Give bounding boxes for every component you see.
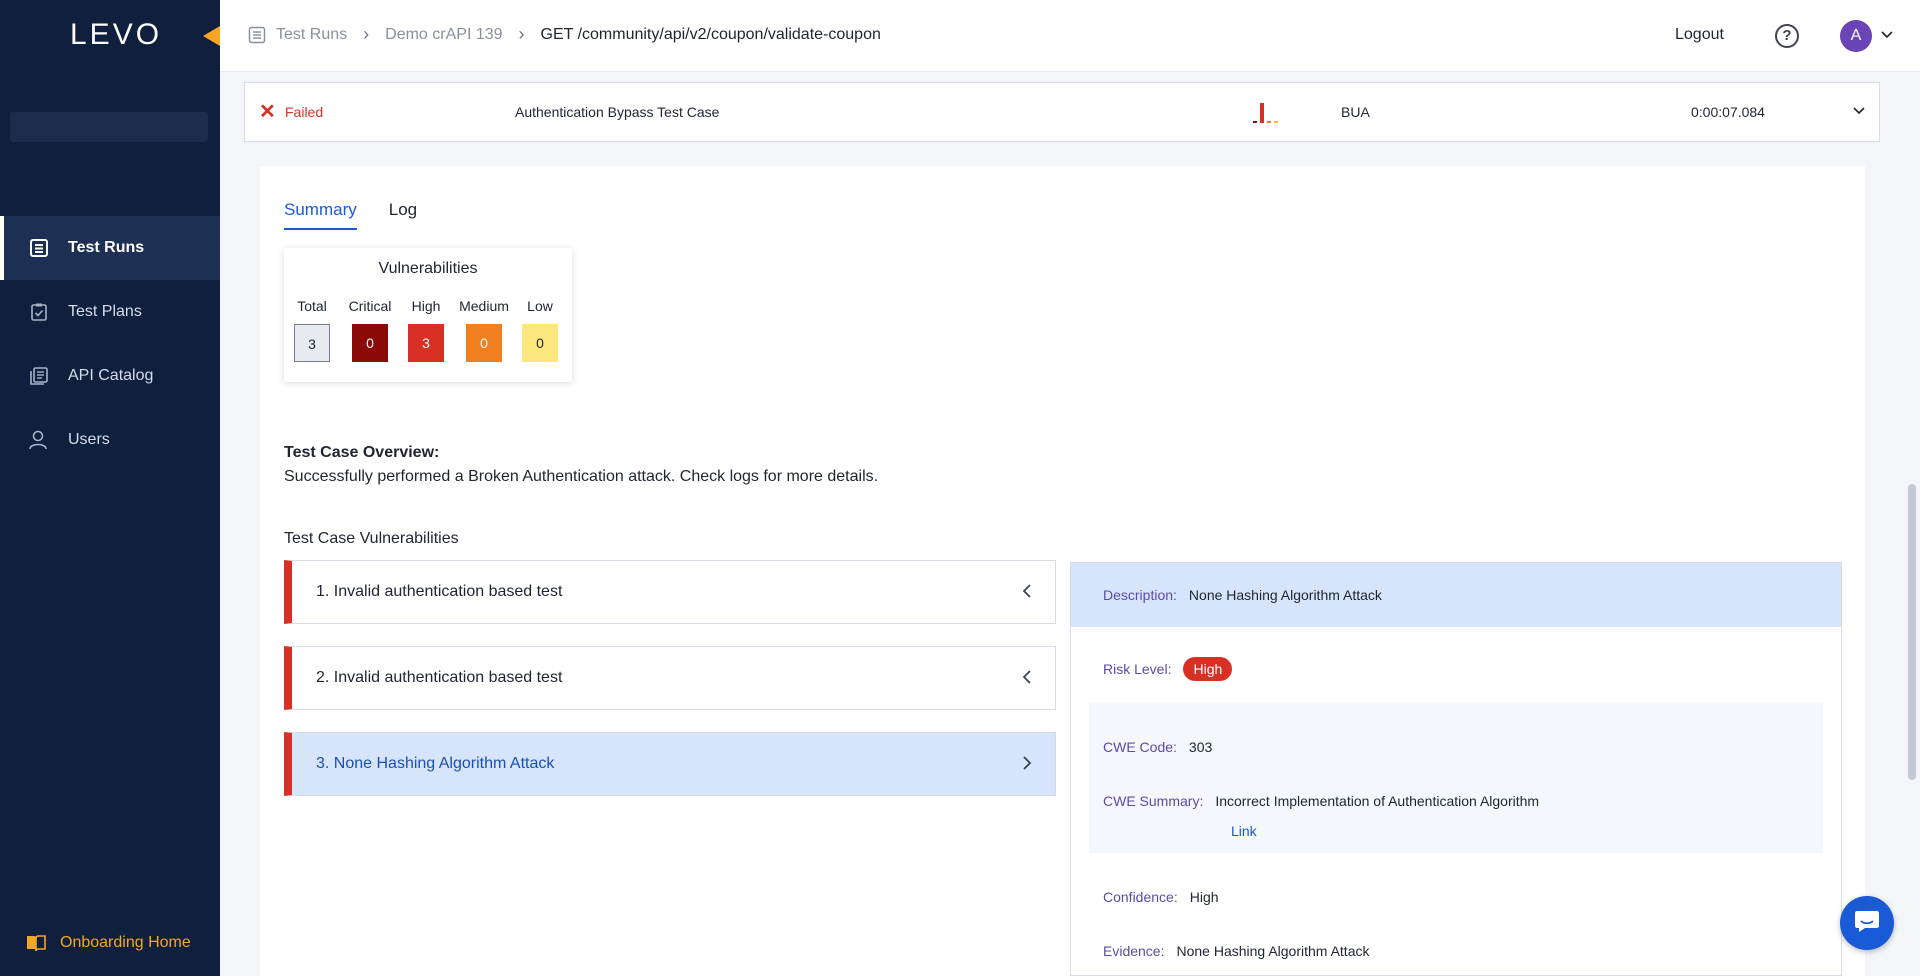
onboarding-label: Onboarding Home	[60, 934, 191, 951]
sidebar-item-api-catalog[interactable]: API Catalog	[0, 344, 220, 408]
breadcrumb-current: GET /community/api/v2/coupon/validate-co…	[540, 25, 881, 43]
chevron-right-icon	[1019, 755, 1035, 776]
severity-sparkline	[1251, 101, 1291, 128]
evidence-label: Evidence:	[1103, 943, 1165, 959]
sidebar-nav: Test Runs Test Plans API Catalog Users	[0, 216, 220, 472]
description-row: Description: None Hashing Algorithm Atta…	[1071, 563, 1841, 627]
failed-icon: ✕	[259, 101, 276, 123]
vulnerability-item[interactable]: 1. Invalid authentication based test	[284, 560, 1056, 624]
sidebar-item-users[interactable]: Users	[0, 408, 220, 472]
sidebar-item-label: API Catalog	[68, 367, 154, 384]
cwe-link[interactable]: Link	[1231, 823, 1257, 839]
cwe-code-value: 303	[1188, 739, 1213, 755]
vulnerability-item-selected[interactable]: 3. None Hashing Algorithm Attack	[284, 732, 1056, 796]
risk-level-row: Risk Level: High	[1103, 657, 1233, 681]
confidence-row: Confidence: High	[1103, 889, 1219, 905]
collapse-sidebar-icon[interactable]	[203, 26, 220, 46]
overview-text: Successfully performed a Broken Authenti…	[284, 468, 879, 485]
chevron-right-icon: ›	[363, 24, 370, 44]
sidebar-item-label: Test Runs	[68, 239, 145, 256]
vuln-count: 0	[352, 324, 388, 362]
vuln-high: High 3	[406, 298, 446, 362]
cwe-summary-label: CWE Summary:	[1103, 793, 1204, 809]
vuln-label: Medium	[459, 298, 509, 314]
chevron-down-icon[interactable]	[1851, 103, 1867, 124]
chat-button[interactable]	[1840, 896, 1894, 950]
top-header: Test Runs › Demo crAPI 139 › GET /commun…	[220, 0, 1920, 72]
list-icon	[248, 26, 266, 44]
vulnerability-item[interactable]: 2. Invalid authentication based test	[284, 646, 1056, 710]
confidence-value: High	[1189, 889, 1219, 905]
sidebar-item-test-plans[interactable]: Test Plans	[0, 280, 220, 344]
org-selector[interactable]	[10, 112, 208, 142]
sidebar-item-label: Users	[68, 431, 110, 448]
test-case-row[interactable]: ✕ Failed Authentication Bypass Test Case…	[244, 82, 1880, 142]
page-scrollbar[interactable]	[1908, 484, 1916, 780]
overview-heading: Test Case Overview:	[284, 444, 440, 461]
levo-logo[interactable]: LEVO	[70, 18, 162, 52]
cwe-summary-row: CWE Summary: Incorrect Implementation of…	[1103, 793, 1539, 809]
catalog-icon	[28, 365, 50, 387]
vuln-medium: Medium 0	[454, 298, 514, 362]
vuln-total: Total 3	[294, 298, 330, 362]
cwe-summary-value: Incorrect Implementation of Authenticati…	[1215, 793, 1540, 809]
vulnerability-item-label: 3. None Hashing Algorithm Attack	[316, 755, 555, 772]
vuln-label: Low	[527, 298, 553, 314]
risk-level-badge: High	[1183, 657, 1233, 681]
risk-level-label: Risk Level:	[1103, 661, 1172, 677]
cwe-box	[1089, 703, 1823, 853]
breadcrumb-test-runs[interactable]: Test Runs	[276, 26, 347, 44]
breadcrumb-test-plan[interactable]: Demo crAPI 139	[385, 26, 502, 44]
chat-icon	[1854, 909, 1880, 938]
status-label: Failed	[285, 104, 324, 120]
vuln-label: Critical	[348, 298, 392, 314]
description-value: None Hashing Algorithm Attack	[1188, 587, 1382, 603]
clipboard-icon	[28, 301, 50, 323]
sidebar-item-test-runs[interactable]: Test Runs	[0, 216, 220, 280]
evidence-row: Evidence: None Hashing Algorithm Attack	[1103, 943, 1369, 959]
vuln-count: 0	[522, 324, 558, 362]
test-case-detail-panel: Summary Log Vulnerabilities Total 3 Crit…	[260, 166, 1865, 976]
user-icon	[28, 429, 50, 451]
sidebar-item-label: Test Plans	[68, 303, 142, 320]
vulnerability-item-label: 1. Invalid authentication based test	[316, 583, 563, 600]
chevron-down-icon[interactable]	[1880, 28, 1894, 47]
vuln-label: High	[411, 298, 441, 314]
help-icon[interactable]: ?	[1775, 24, 1799, 48]
test-case-name: Authentication Bypass Test Case	[515, 104, 720, 120]
vuln-label: Total	[297, 298, 327, 314]
chevron-left-icon	[1019, 583, 1035, 604]
category-label: BUA	[1341, 104, 1370, 120]
logout-button[interactable]: Logout	[1675, 26, 1724, 44]
evidence-value: None Hashing Algorithm Attack	[1176, 943, 1370, 959]
book-icon	[26, 934, 46, 952]
vuln-low: Low 0	[520, 298, 560, 362]
description-label: Description:	[1103, 587, 1177, 603]
breadcrumb: Test Runs › Demo crAPI 139 › GET /commun…	[248, 24, 881, 45]
test-case-vulnerabilities-heading: Test Case Vulnerabilities	[284, 530, 459, 547]
vuln-count: 0	[466, 324, 502, 362]
confidence-label: Confidence:	[1103, 889, 1178, 905]
vuln-critical: Critical 0	[342, 298, 398, 362]
tab-log[interactable]: Log	[389, 200, 417, 230]
list-icon	[28, 237, 50, 259]
vulnerabilities-title: Vulnerabilities	[378, 260, 478, 277]
avatar[interactable]: A	[1840, 20, 1872, 52]
chevron-right-icon: ›	[518, 24, 525, 44]
vulnerability-item-label: 2. Invalid authentication based test	[316, 669, 563, 686]
vuln-count: 3	[408, 324, 444, 362]
cwe-code-label: CWE Code:	[1103, 739, 1177, 755]
chevron-left-icon	[1019, 669, 1035, 690]
cwe-link-row: Link	[1231, 823, 1257, 839]
vulnerability-detail: Description: None Hashing Algorithm Atta…	[1070, 562, 1842, 976]
vulnerabilities-summary-card: Vulnerabilities Total 3 Critical 0 High …	[284, 248, 572, 382]
sidebar: LEVO Test Runs Test Plans API Catalog Us…	[0, 0, 220, 976]
onboarding-home-link[interactable]: Onboarding Home	[26, 934, 191, 952]
cwe-code-row: CWE Code: 303	[1103, 739, 1212, 755]
vuln-count: 3	[294, 324, 330, 362]
tab-summary[interactable]: Summary	[284, 200, 357, 230]
tab-bar: Summary Log	[284, 200, 449, 230]
duration-label: 0:00:07.084	[1691, 104, 1765, 120]
